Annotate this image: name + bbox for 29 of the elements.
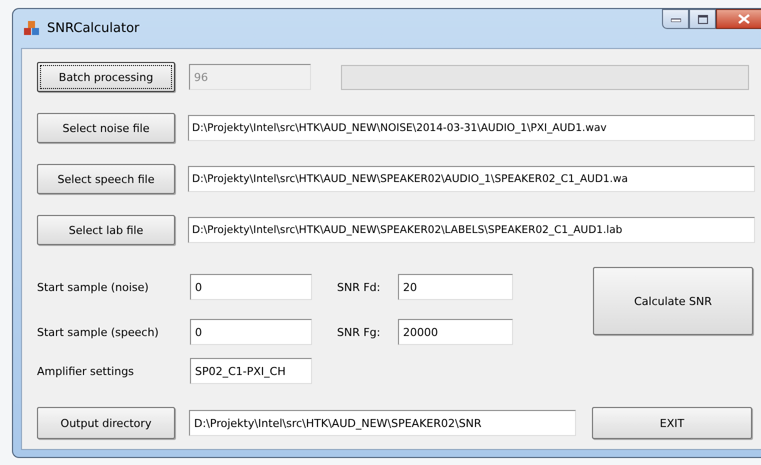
app-icon (23, 20, 40, 37)
minimize-icon (670, 16, 680, 22)
close-button[interactable] (716, 9, 761, 29)
close-icon (738, 14, 750, 24)
start-sample-field[interactable]: 0 (190, 319, 312, 345)
snr-field[interactable]: 20000 (398, 319, 513, 345)
exit-button[interactable]: EXIT (592, 407, 752, 439)
output-directory-field[interactable]: D:\Projekty\Intel\src\HTK\AUD_NEW\SPEAKER02\SNR (189, 410, 576, 436)
maximize-icon (698, 14, 708, 24)
batch-processing-button[interactable]: Batch processing (37, 62, 175, 92)
window-title: SNRCalculator (47, 21, 140, 36)
start-sample-label: Start sample (speech) (37, 326, 160, 338)
start-sample-field[interactable]: 0 (190, 274, 312, 300)
calculate-snr-button[interactable]: Calculate SNR (593, 267, 753, 335)
select-file-button[interactable]: Select lab file (37, 215, 175, 245)
file-path-field[interactable]: D:\Projekty\Intel\src\HTK\AUD_NEW\NOISE\2014-03-31\AUDIO_1\PXI_AUD1.wav (188, 115, 755, 141)
amplifier-settings-label: Amplifier settings (37, 364, 135, 378)
select-file-button[interactable]: Select noise file (37, 113, 175, 143)
maximize-button[interactable] (689, 9, 716, 29)
file-path-field[interactable]: D:\Projekty\Intel\src\HTK\AUD_NEW\SPEAKER02\LABELS\SPEAKER02_C1_AUD1.lab (188, 217, 755, 243)
start-sample-label: Start sample (noise) (37, 280, 150, 294)
select-file-button[interactable]: Select speech file (37, 164, 175, 194)
snr-field[interactable]: 20 (398, 274, 513, 300)
file-path-field[interactable]: D:\Projekty\Intel\src\HTK\AUD_NEW\SPEAKER02\AUDIO_1\SPEAKER02_C1_AUD1.wa (188, 166, 755, 192)
snr-label: SNR Fg: (337, 326, 382, 338)
output-directory-button[interactable]: Output directory (37, 407, 175, 439)
amplifier-settings-field[interactable]: SP02_C1-PXI_CH (190, 358, 312, 384)
minimize-button[interactable] (662, 9, 689, 29)
snr-label: SNR Fd: (337, 280, 382, 294)
